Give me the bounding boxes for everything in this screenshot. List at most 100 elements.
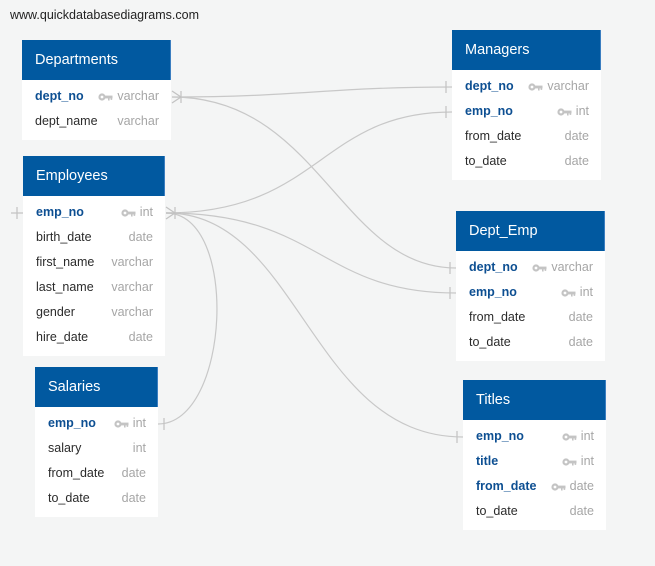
field-name: emp_no	[469, 285, 517, 299]
field-type: varchar	[111, 255, 153, 269]
relation-employees-salaries[interactable]	[157, 212, 218, 425]
field-row-to-date[interactable]: to_date date	[452, 149, 601, 174]
crowfoot-departments-dept-no	[171, 90, 182, 104]
field-row-dept-no[interactable]: dept_no varchar	[452, 74, 601, 99]
field-row-emp-no[interactable]: emp_no int	[452, 99, 601, 124]
table-header[interactable]: Titles	[463, 380, 606, 420]
field-row-first-name[interactable]: first_name varchar	[23, 250, 165, 275]
field-type: date	[128, 230, 153, 244]
relation-employees-managers[interactable]	[165, 111, 453, 214]
field-name: from_date	[465, 129, 522, 143]
field-row-to-date[interactable]: to_date date	[35, 486, 158, 511]
field-row-emp-no[interactable]: emp_no int	[23, 200, 165, 225]
field-name: from_date	[48, 466, 105, 480]
field-name: birth_date	[36, 230, 92, 244]
field-type: int	[132, 441, 146, 455]
field-type: varchar	[117, 89, 159, 103]
table-titles[interactable]: Titles emp_no inttitle int from_date date to_…	[463, 380, 606, 530]
field-type: int	[575, 104, 589, 118]
table-header[interactable]: Employees	[23, 156, 165, 196]
field-name: from_date	[476, 479, 537, 493]
key-icon	[98, 92, 113, 102]
field-name: dept_name	[35, 114, 98, 128]
field-name: first_name	[36, 255, 95, 269]
field-type: varchar	[117, 114, 159, 128]
field-name: emp_no	[48, 416, 96, 430]
key-icon	[551, 482, 566, 492]
field-type: varchar	[111, 280, 153, 294]
field-type: varchar	[551, 260, 593, 274]
relation-employees-titles[interactable]	[165, 212, 464, 438]
field-name: dept_no	[465, 79, 514, 93]
field-row-title[interactable]: title int	[463, 449, 606, 474]
field-row-dept-no[interactable]: dept_no varchar	[22, 84, 171, 109]
field-type: date	[564, 129, 589, 143]
field-row-from-date[interactable]: from_date date	[463, 474, 606, 499]
field-type: date	[564, 154, 589, 168]
field-name: emp_no	[476, 429, 524, 443]
field-name: to_date	[465, 154, 507, 168]
field-row-salary[interactable]: salary int	[35, 436, 158, 461]
field-name: to_date	[48, 491, 90, 505]
field-row-to-date[interactable]: to_date date	[463, 499, 606, 524]
field-name: dept_no	[469, 260, 518, 274]
field-type: varchar	[111, 305, 153, 319]
key-icon	[114, 419, 129, 429]
field-row-from-date[interactable]: from_date date	[35, 461, 158, 486]
field-type: date	[121, 466, 146, 480]
field-name: last_name	[36, 280, 94, 294]
key-icon	[528, 82, 543, 92]
field-type: int	[579, 285, 593, 299]
table-header[interactable]: Managers	[452, 30, 601, 70]
field-row-gender[interactable]: gender varchar	[23, 300, 165, 325]
field-name: from_date	[469, 310, 526, 324]
field-row-last-name[interactable]: last_name varchar	[23, 275, 165, 300]
crowfoot-employees-emp-no	[165, 206, 181, 220]
field-type: date	[569, 479, 594, 493]
table-managers[interactable]: Managers dept_no varchar emp_no int from_dat…	[452, 30, 601, 180]
key-icon	[561, 288, 576, 298]
watermark-link[interactable]: www.quickdatabasediagrams.com	[10, 8, 199, 22]
relation-departments-managers[interactable]	[171, 86, 453, 98]
field-type: int	[132, 416, 146, 430]
field-row-birth-date[interactable]: birth_date date	[23, 225, 165, 250]
field-row-emp-no[interactable]: emp_no int	[456, 280, 605, 305]
field-name: emp_no	[36, 205, 84, 219]
key-icon	[532, 263, 547, 273]
field-row-from-date[interactable]: from_date date	[452, 124, 601, 149]
field-row-hire-date[interactable]: hire_date date	[23, 325, 165, 350]
table-header[interactable]: Departments	[22, 40, 171, 80]
field-type: date	[568, 335, 593, 349]
field-name: to_date	[469, 335, 511, 349]
field-row-emp-no[interactable]: emp_no int	[35, 411, 158, 436]
field-name: to_date	[476, 504, 518, 518]
field-row-dept-no[interactable]: dept_no varchar	[456, 255, 605, 280]
relation-departments-dept-emp[interactable]	[171, 96, 457, 269]
field-row-from-date[interactable]: from_date date	[456, 305, 605, 330]
field-name: salary	[48, 441, 82, 455]
field-name: emp_no	[465, 104, 513, 118]
field-type: date	[128, 330, 153, 344]
table-header[interactable]: Salaries	[35, 367, 158, 407]
table-salaries[interactable]: Salaries emp_no int salary int from_date date…	[35, 367, 158, 517]
field-name: gender	[36, 305, 75, 319]
field-row-to-date[interactable]: to_date date	[456, 330, 605, 355]
table-employees[interactable]: Employees emp_no int birth_date date first_n…	[23, 156, 165, 356]
one-marker-employees-left	[11, 207, 23, 219]
field-type: int	[139, 205, 153, 219]
field-type: int	[580, 454, 594, 468]
field-row-emp-no[interactable]: emp_no int	[463, 424, 606, 449]
field-name: hire_date	[36, 330, 89, 344]
key-icon	[121, 208, 136, 218]
key-icon	[557, 107, 572, 117]
field-name: dept_no	[35, 89, 84, 103]
key-icon	[562, 457, 577, 467]
field-type: date	[568, 310, 593, 324]
table-dept-emp[interactable]: Dept_Emp dept_no varchar emp_no int from_dat…	[456, 211, 605, 361]
key-icon	[562, 432, 577, 442]
field-row-dept-name[interactable]: dept_name varchar	[22, 109, 171, 134]
table-departments[interactable]: Departments dept_no varchar dept_name varch…	[22, 40, 171, 140]
table-header[interactable]: Dept_Emp	[456, 211, 605, 251]
relation-employees-dept-emp[interactable]	[165, 212, 457, 294]
field-name: title	[476, 454, 499, 468]
